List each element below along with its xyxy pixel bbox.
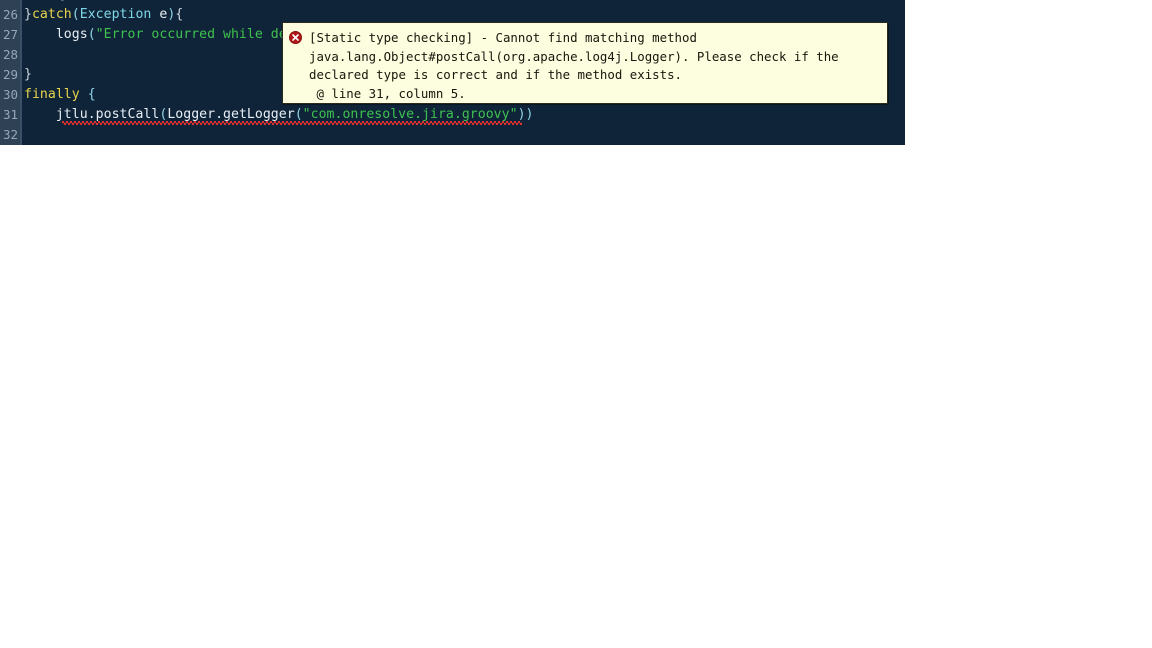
code-token: jtlu <box>55 107 88 122</box>
line-number-gutter: 26 27 28 29 30 31 32 <box>0 0 22 145</box>
error-message-line: @ line 31, column 5. <box>309 85 466 101</box>
line-number: 31 <box>2 107 18 122</box>
error-message-line: declared type is correct and if the meth… <box>309 67 682 83</box>
clipped-code-line-top: } <box>60 0 68 5</box>
code-token: postCall <box>95 107 160 122</box>
error-message-text: [Static type checking] - Cannot find mat… <box>291 29 879 103</box>
code-token: } <box>60 0 68 2</box>
code-token: getLogger <box>223 107 295 122</box>
code-token: } <box>24 67 32 82</box>
line-number: 29 <box>2 67 18 82</box>
code-token: . <box>215 107 224 122</box>
code-token: ( <box>87 27 96 42</box>
error-message-line: [Static type checking] - Cannot find mat… <box>309 30 697 45</box>
code-token: Logger <box>167 107 216 122</box>
code-token: Exception <box>79 7 152 22</box>
code-token: . <box>87 107 96 122</box>
code-line[interactable]: finally { <box>24 85 96 105</box>
code-token: { <box>87 87 96 102</box>
line-number: 27 <box>2 27 18 42</box>
code-token: catch <box>31 7 72 22</box>
code-line[interactable]: jtlu.postCall(Logger.getLogger("com.onre… <box>24 105 534 125</box>
code-token: e <box>151 7 168 22</box>
code-token: ( <box>71 7 80 22</box>
code-line[interactable]: logs("Error occurred while de <box>24 25 287 45</box>
code-token: logs <box>55 27 88 42</box>
code-token: )) <box>517 107 534 122</box>
code-line[interactable]: }catch(Exception e){ <box>24 5 183 25</box>
code-line[interactable]: } <box>24 65 32 85</box>
line-number: 32 <box>2 127 18 142</box>
static-type-checking-error-tooltip[interactable]: [Static type checking] - Cannot find mat… <box>282 22 888 104</box>
code-token: { <box>175 7 184 22</box>
line-number: 28 <box>2 47 18 62</box>
code-token: ( <box>294 107 303 122</box>
code-editor[interactable]: 26 27 28 29 30 31 32 }catch(Exception e){ logs… <box>0 0 905 145</box>
error-message-line: java.lang.Object#postCall(org.apache.log… <box>309 48 839 64</box>
code-token: "Error occurred while de <box>95 27 287 42</box>
line-number: 30 <box>2 87 18 102</box>
line-number: 26 <box>2 7 18 22</box>
code-token: "com.onresolve.jira.groovy" <box>302 107 518 122</box>
code-token: } <box>24 7 32 22</box>
code-token: finally <box>24 87 80 102</box>
error-circle-x-icon <box>289 31 302 44</box>
